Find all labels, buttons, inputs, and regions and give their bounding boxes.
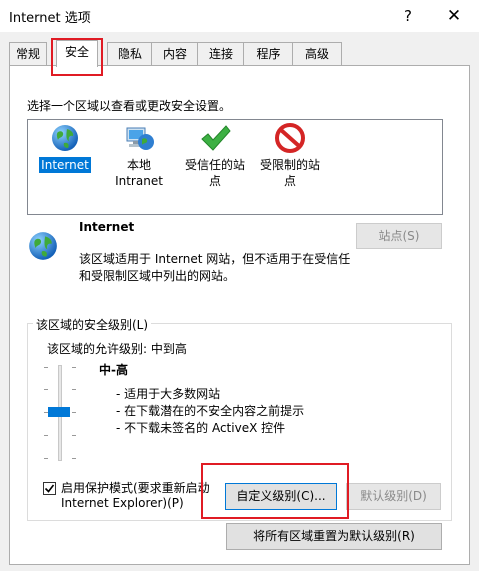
zone-local-intranet[interactable]: 本地 Intranet: [111, 123, 167, 189]
tab-programs[interactable]: 程序: [243, 42, 294, 65]
zone-name: Internet: [79, 220, 135, 234]
tab-security[interactable]: 安全: [56, 40, 98, 67]
security-level-name: 中-高: [99, 363, 128, 377]
zone-internet-label: Internet: [39, 157, 91, 173]
checkmark-icon: [44, 484, 55, 493]
intranet-icon: [126, 127, 154, 150]
zone-description-line1: 该区域适用于 Internet 网站，但不适用于在受信任: [79, 252, 351, 266]
sites-button[interactable]: 站点(S): [356, 223, 442, 249]
zone-restricted-sites[interactable]: 受限制的站 点: [255, 123, 325, 189]
close-button[interactable]: ✕: [440, 5, 468, 27]
slider-thumb[interactable]: [48, 407, 70, 417]
zone-trusted-sites-label-2: 点: [208, 174, 221, 188]
tab-advanced[interactable]: 高级: [292, 42, 342, 65]
instruction-text: 选择一个区域以查看或更改安全设置。: [27, 99, 232, 113]
allowed-level-text: 该区域的允许级别: 中到高: [47, 342, 187, 356]
level-bullet-1: - 适用于大多数网站: [116, 387, 221, 401]
zone-description-line2: 和受限制区域中列出的网站。: [79, 269, 236, 283]
custom-level-button[interactable]: 自定义级别(C)...: [225, 483, 337, 510]
no-entry-icon: [275, 123, 305, 153]
tab-privacy[interactable]: 隐私: [107, 42, 153, 65]
level-bullet-2: - 在下载潜在的不安全内容之前提示: [116, 404, 305, 418]
protected-mode-checkbox[interactable]: [43, 482, 56, 495]
protected-mode-label-1[interactable]: 启用保护模式(要求重新启动: [61, 479, 210, 496]
security-level-slider[interactable]: [44, 365, 76, 461]
tab-connections[interactable]: 连接: [197, 42, 245, 65]
reset-all-zones-button[interactable]: 将所有区域重置为默认级别(R): [226, 523, 442, 550]
level-bullet-3: - 不下载未签名的 ActiveX 控件: [116, 421, 286, 435]
check-icon: [201, 125, 231, 151]
protected-mode-label-2[interactable]: Internet Explorer)(P): [61, 496, 184, 510]
zone-local-intranet-label-1: 本地: [126, 158, 151, 172]
globe-icon: [29, 232, 57, 260]
zone-trusted-sites[interactable]: 受信任的站 点: [180, 123, 250, 189]
window-title: Internet 选项: [9, 11, 91, 26]
default-level-button[interactable]: 默认级别(D): [346, 483, 441, 510]
security-level-label: 该区域的安全级别(L): [33, 316, 152, 333]
zone-local-intranet-label-2: Intranet: [115, 174, 163, 188]
title-bar: Internet 选项 ? ✕: [0, 0, 479, 32]
tab-general[interactable]: 常规: [9, 42, 47, 65]
zone-trusted-sites-label-1: 受信任的站: [184, 158, 245, 172]
zone-internet[interactable]: Internet: [37, 123, 93, 173]
globe-icon: [52, 125, 78, 151]
zone-restricted-sites-label-2: 点: [283, 174, 296, 188]
tab-content[interactable]: 内容: [151, 42, 199, 65]
help-button[interactable]: ?: [396, 5, 420, 27]
zone-restricted-sites-label-1: 受限制的站: [259, 158, 320, 172]
